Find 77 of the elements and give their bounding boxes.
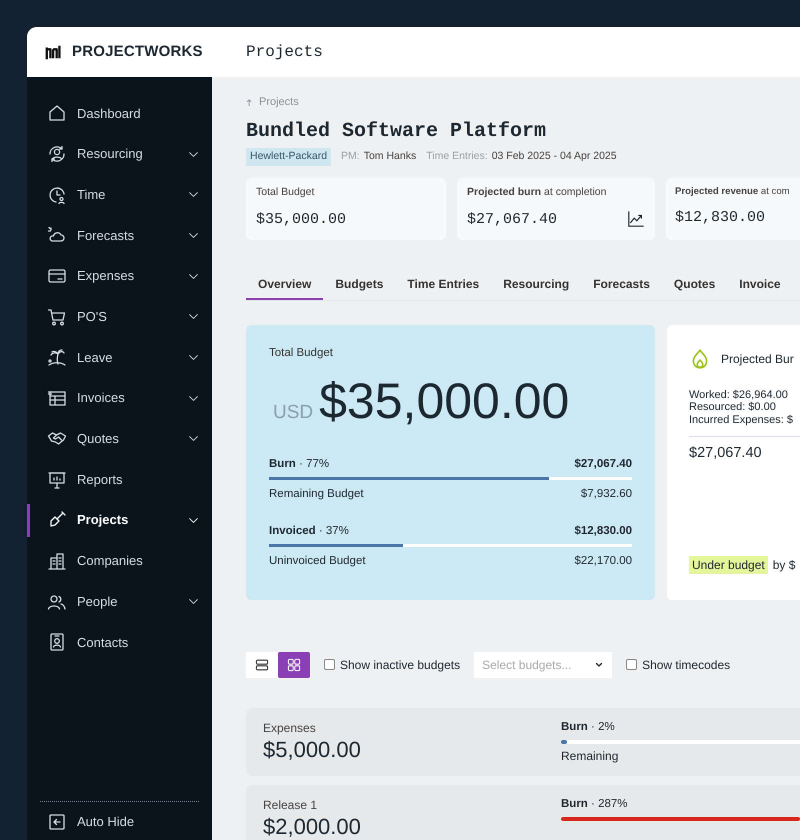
burn-label: Burn · 287% — [561, 796, 628, 812]
stat-value: $27,067.40 — [467, 210, 558, 230]
stat-label: Total Budget — [256, 184, 316, 200]
time-range: 03 Feb 2025 - 04 Apr 2025 — [492, 150, 617, 162]
sidebar-item[interactable]: Time — [27, 174, 212, 216]
sidebar-item[interactable]: People — [27, 581, 212, 622]
projected-total: $27,067.40 — [689, 444, 763, 464]
checkbox[interactable] — [324, 659, 335, 670]
sub-amount: $7,932.60 — [580, 486, 632, 502]
budget-name: Release 1 — [263, 796, 318, 814]
pm-name: Tom Hanks — [364, 150, 416, 162]
budget-amount: $2,000.00 — [263, 814, 362, 839]
tab[interactable]: Budgets — [323, 260, 396, 300]
building-icon — [47, 550, 67, 571]
presentation-icon — [47, 470, 67, 490]
bar-amount: $27,067.40 — [574, 456, 632, 472]
sidebar-item[interactable]: Expenses — [27, 256, 212, 296]
bar-label: Invoiced · 37% — [269, 524, 349, 539]
sidebar-item[interactable]: Resourcing — [27, 134, 212, 174]
palm-tree-icon — [47, 347, 67, 368]
tab[interactable]: Overview — [246, 260, 324, 300]
budget-name: Expenses — [263, 720, 317, 737]
sub-amount: $22,170.00 — [574, 554, 632, 570]
sidebar-item[interactable]: Contacts — [27, 622, 212, 663]
sidebar-item[interactable]: Invoices — [27, 378, 212, 418]
list-view-icon — [254, 656, 270, 673]
checkbox-label: Show inactive budgets — [340, 656, 460, 674]
user-cycle-icon — [47, 144, 67, 164]
tab[interactable]: Invoice — [727, 260, 793, 300]
stat-value: $12,830.00 — [675, 208, 766, 228]
status-detail: by $ — [772, 556, 796, 574]
view-toggle-button[interactable] — [246, 652, 278, 678]
stat-label: Projected burn at completion — [467, 184, 608, 200]
sidebar-item[interactable]: Forecasts — [27, 215, 212, 256]
auto-hide-button[interactable]: Auto Hide — [40, 801, 199, 840]
card-label: Total Budget — [269, 346, 334, 361]
stat-label: Projected revenue at com — [675, 184, 791, 199]
checkbox[interactable] — [626, 659, 638, 670]
remaining-label: Remaining — [561, 748, 620, 765]
tab[interactable]: Time Entries — [395, 260, 492, 300]
currency-label: USD — [273, 401, 314, 425]
breakdown-line: Incurred Expenses: $ — [689, 414, 794, 426]
tab[interactable]: Resourcing — [491, 260, 582, 300]
sidebar-item[interactable]: Projects — [27, 500, 212, 541]
tab[interactable]: Forecasts — [581, 260, 662, 300]
page-title: Projects — [246, 42, 323, 63]
tab[interactable]: Quotes — [662, 260, 728, 300]
breakdown-line: Resourced: $0.00 — [689, 401, 777, 414]
budget-amount: $5,000.00 — [263, 736, 362, 762]
cart-icon — [47, 306, 67, 327]
clock-icon — [47, 184, 67, 205]
home-icon — [47, 103, 67, 124]
status-label: Under budget — [689, 556, 768, 574]
sidebar-item[interactable]: Reports — [27, 459, 212, 500]
sub-label: Remaining Budget — [269, 486, 364, 502]
sidebar-item[interactable]: Companies — [27, 540, 212, 582]
sub-label: Uninvoiced Budget — [269, 554, 366, 570]
card-title: Projected Bur — [721, 350, 794, 368]
sidebar-item[interactable]: Quotes — [27, 418, 212, 460]
collapse-icon — [47, 812, 67, 832]
bar-amount: $12,830.00 — [574, 524, 632, 539]
sidebar-item[interactable]: Leave — [27, 337, 212, 378]
burn-label: Burn · 2% — [561, 720, 616, 735]
brand-name: PROJECTWORKS — [72, 42, 203, 62]
grid-view-icon — [286, 656, 302, 673]
stat-value: $35,000.00 — [256, 210, 348, 230]
project-title: Bundled Software Platform — [246, 119, 548, 145]
client-tag: Hewlett-Packard — [246, 148, 332, 166]
time-entries-label: Time Entries: — [426, 150, 488, 162]
checkbox-label: Show timecodes — [642, 656, 730, 674]
bar-label: Burn · 77% — [269, 456, 330, 472]
breakdown-line: Worked: $26,964.00 — [689, 388, 789, 402]
pm-label: PM: — [341, 150, 360, 162]
view-toggle-button[interactable] — [278, 652, 310, 678]
sidebar-item[interactable]: Dashboard — [27, 93, 212, 134]
sidebar-item[interactable]: PO'S — [27, 296, 212, 338]
total-amount: $35,000.00 — [319, 376, 570, 426]
